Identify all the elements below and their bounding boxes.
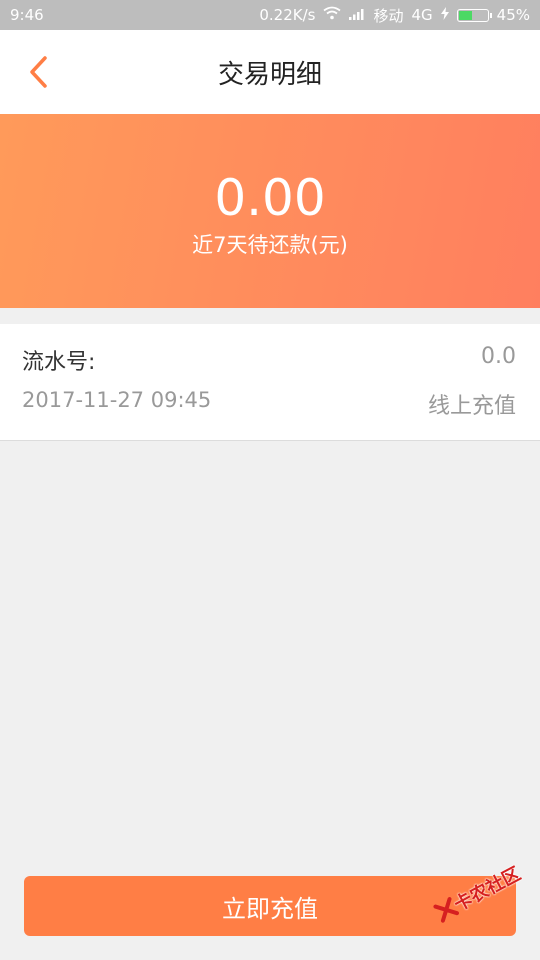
transaction-amount: 0.0	[481, 344, 516, 369]
net-speed: 0.22K/s	[259, 6, 316, 24]
carrier-name: 移动	[373, 6, 404, 25]
repayment-summary-banner: 0.00 近7天待还款(元)	[0, 114, 540, 308]
network-type: 4G	[411, 6, 433, 24]
battery-percent: 45%	[496, 6, 530, 24]
nav-bar: 交易明细	[0, 30, 540, 114]
pending-amount-label: 近7天待还款(元)	[192, 233, 348, 257]
back-button[interactable]	[18, 50, 58, 94]
battery-icon	[456, 8, 492, 22]
serial-number-label: 流水号:	[22, 350, 96, 375]
chevron-left-icon	[30, 56, 47, 88]
transaction-record[interactable]: 流水号: 0.0 2017-11-27 09:45 线上充值	[0, 324, 540, 441]
status-bar: 9:46 0.22K/s 移动 4G 45%	[0, 0, 540, 30]
transaction-time: 2017-11-27 09:45	[22, 388, 212, 412]
wifi-icon	[323, 6, 342, 24]
signal-icon	[349, 6, 365, 24]
battery-fill	[458, 10, 473, 20]
status-time: 9:46	[10, 6, 44, 24]
pending-amount: 0.00	[214, 169, 326, 227]
status-indicators: 0.22K/s 移动 4G 45%	[259, 5, 530, 26]
charging-icon	[440, 6, 449, 24]
transaction-type: 线上充值	[427, 394, 516, 419]
page-title: 交易明细	[217, 59, 322, 90]
